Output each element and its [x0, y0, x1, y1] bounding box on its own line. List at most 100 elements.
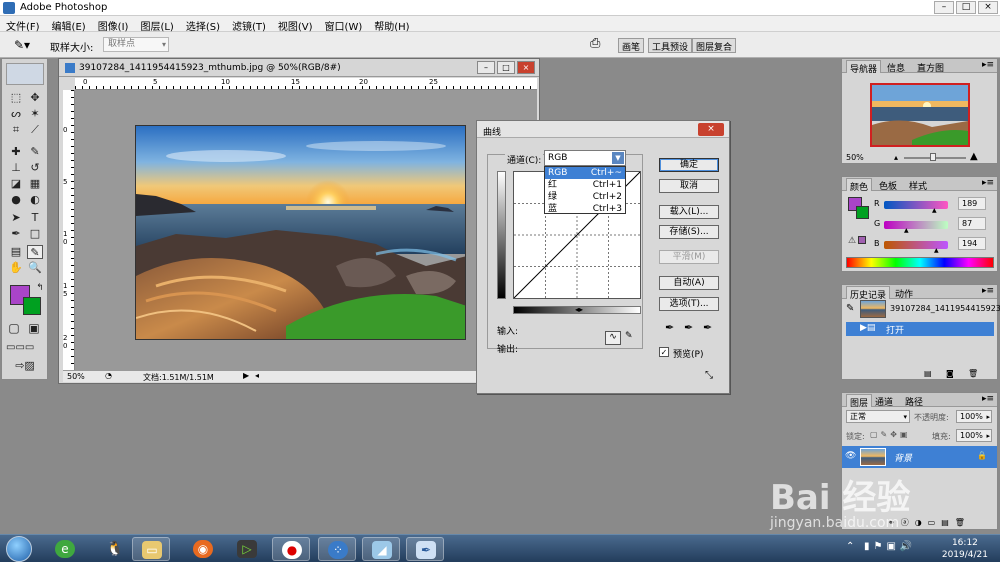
- channel-option-green[interactable]: 绿 Ctrl+2: [545, 191, 625, 203]
- red-slider[interactable]: [884, 201, 948, 209]
- smooth-button[interactable]: 平滑(M): [659, 250, 719, 264]
- zoom-level[interactable]: 50%: [67, 372, 85, 381]
- tab-color[interactable]: 颜色: [846, 178, 873, 193]
- opacity-input[interactable]: 100% ▸: [956, 410, 992, 423]
- history-snapshot-thumbnail[interactable]: [860, 300, 886, 318]
- navigator-thumbnail[interactable]: [870, 83, 970, 147]
- taskbar-photoshop[interactable]: ✒: [406, 537, 444, 561]
- blue-slider-thumb[interactable]: ▲: [934, 247, 939, 254]
- panel-menu-icon[interactable]: ▸≡: [982, 286, 994, 296]
- panel-menu-icon[interactable]: ▸≡: [982, 178, 994, 188]
- menu-help[interactable]: 帮助(H): [368, 16, 415, 33]
- document-title-bar[interactable]: 39107284_1411954415923_mthumb.jpg @ 50%(…: [59, 59, 539, 77]
- menu-file[interactable]: 文件(F): [0, 16, 46, 33]
- tab-actions[interactable]: 动作: [892, 286, 916, 300]
- menu-view[interactable]: 视图(V): [272, 16, 319, 33]
- taskbar-notes-app[interactable]: ◢: [362, 537, 400, 561]
- color-bg-swatch[interactable]: [856, 206, 869, 219]
- chevron-down-icon[interactable]: ▼: [612, 152, 624, 164]
- tab-channels[interactable]: 通道: [872, 394, 896, 408]
- green-slider[interactable]: [884, 221, 948, 229]
- maximize-button[interactable]: □: [956, 1, 976, 14]
- menu-filter[interactable]: 滤镜(T): [226, 16, 272, 33]
- type-tool-icon[interactable]: T: [27, 211, 43, 225]
- channel-select[interactable]: RGB ▼: [544, 150, 626, 166]
- minimize-button[interactable]: –: [934, 1, 954, 14]
- panel-menu-icon[interactable]: ▸≡: [982, 60, 994, 70]
- slice-tool-icon[interactable]: ⟋: [27, 123, 43, 137]
- tab-tool-presets[interactable]: 工具预设: [648, 38, 693, 53]
- cancel-button[interactable]: 取消: [659, 179, 719, 193]
- standard-mode-icon[interactable]: ▢: [6, 321, 22, 335]
- status-menu-arrow-icon[interactable]: ▶: [243, 371, 249, 380]
- pen-tool-icon[interactable]: ✒: [8, 227, 24, 241]
- lasso-tool-icon[interactable]: ᔕ: [8, 107, 24, 121]
- color-spectrum-bar[interactable]: [846, 257, 994, 268]
- fill-input[interactable]: 100% ▸: [956, 429, 992, 442]
- menu-image[interactable]: 图像(I): [92, 16, 135, 33]
- start-button[interactable]: [6, 536, 32, 562]
- options-button[interactable]: 选项(T)...: [659, 297, 719, 311]
- gradient-tool-icon[interactable]: ▦: [27, 177, 43, 191]
- history-snapshot-name[interactable]: 39107284_1411954415923_mt...: [890, 304, 1000, 313]
- fill-arrow-icon[interactable]: ▸: [986, 430, 990, 442]
- taskbar-app-dots[interactable]: ⁘: [318, 537, 356, 561]
- taskbar-360-browser[interactable]: e: [46, 537, 84, 561]
- document-canvas[interactable]: [75, 90, 537, 370]
- taskbar-media-app[interactable]: ▷: [228, 537, 266, 561]
- lock-options-icons[interactable]: ▢✎✥▣: [870, 430, 911, 439]
- zoom-tool-icon[interactable]: 🔍: [27, 261, 43, 275]
- tab-layers[interactable]: 图层: [846, 394, 873, 409]
- load-button[interactable]: 载入(L)...: [659, 205, 719, 219]
- background-color-swatch[interactable]: [23, 297, 41, 315]
- history-brush-tool-icon[interactable]: ↺: [27, 161, 43, 175]
- black-eyedropper-icon[interactable]: ✒: [665, 321, 674, 334]
- blue-value-input[interactable]: 194: [958, 237, 986, 250]
- taskbar-qq[interactable]: 🐧: [96, 537, 134, 561]
- new-document-from-state-icon[interactable]: ▤: [924, 369, 932, 378]
- quick-mask-icon[interactable]: ▣: [26, 321, 42, 335]
- tab-histogram[interactable]: 直方图: [914, 60, 947, 74]
- path-selection-tool-icon[interactable]: ➤: [8, 211, 24, 225]
- ok-button[interactable]: 确定: [659, 158, 719, 172]
- jump-to-imageready-icon[interactable]: ⇨▨: [10, 359, 40, 373]
- menu-edit[interactable]: 编辑(E): [46, 16, 92, 33]
- tray-show-hidden-icon[interactable]: ⌃: [846, 541, 854, 552]
- gamut-warning-icon[interactable]: ⚠: [848, 236, 856, 246]
- menu-select[interactable]: 选择(S): [180, 16, 226, 33]
- tab-brushes[interactable]: 画笔: [618, 38, 645, 53]
- green-slider-thumb[interactable]: ▲: [904, 227, 909, 234]
- eraser-tool-icon[interactable]: ◪: [8, 177, 24, 191]
- hand-tool-icon[interactable]: ✋: [8, 261, 24, 275]
- red-slider-thumb[interactable]: ▲: [932, 207, 937, 214]
- close-button[interactable]: ×: [978, 1, 998, 14]
- taskbar-firefox[interactable]: ◉: [184, 537, 222, 561]
- doc-minimize-button[interactable]: –: [477, 61, 495, 74]
- gray-eyedropper-icon[interactable]: ✒: [684, 321, 693, 334]
- move-tool-icon[interactable]: ✥: [27, 91, 43, 105]
- tab-history[interactable]: 历史记录: [846, 286, 891, 301]
- marquee-tool-icon[interactable]: ⬚: [8, 91, 24, 105]
- preview-checkbox[interactable]: ✓: [659, 347, 669, 357]
- save-button[interactable]: 存储(S)...: [659, 225, 719, 239]
- sample-size-select[interactable]: 取样点 ▾: [103, 37, 169, 52]
- menu-layer[interactable]: 图层(L): [134, 16, 179, 33]
- tray-icons[interactable]: ▮⚑▣🔊: [864, 541, 916, 552]
- tab-swatches[interactable]: 色板: [876, 178, 900, 192]
- curves-close-button[interactable]: ×: [698, 123, 724, 136]
- shape-tool-icon[interactable]: □: [27, 227, 43, 241]
- layer-visibility-eye-icon[interactable]: 👁: [845, 451, 856, 461]
- delete-state-icon[interactable]: 🗑: [968, 369, 978, 378]
- tab-paths[interactable]: 路径: [902, 394, 926, 408]
- tab-layer-comps[interactable]: 图层复合: [692, 38, 737, 53]
- curves-title-bar[interactable]: 曲线 ×: [477, 121, 729, 138]
- history-brush-source-icon[interactable]: ✎: [846, 303, 854, 314]
- coastal-sunset-photo[interactable]: [135, 125, 466, 340]
- channel-option-blue[interactable]: 蓝 Ctrl+3: [545, 203, 625, 215]
- red-value-input[interactable]: 189: [958, 197, 986, 210]
- magic-wand-tool-icon[interactable]: ✶: [27, 107, 43, 121]
- menu-window[interactable]: 窗口(W): [319, 16, 369, 33]
- white-eyedropper-icon[interactable]: ✒: [703, 321, 712, 334]
- tab-info[interactable]: 信息: [884, 60, 908, 74]
- swap-colors-icon[interactable]: ↰: [32, 281, 48, 295]
